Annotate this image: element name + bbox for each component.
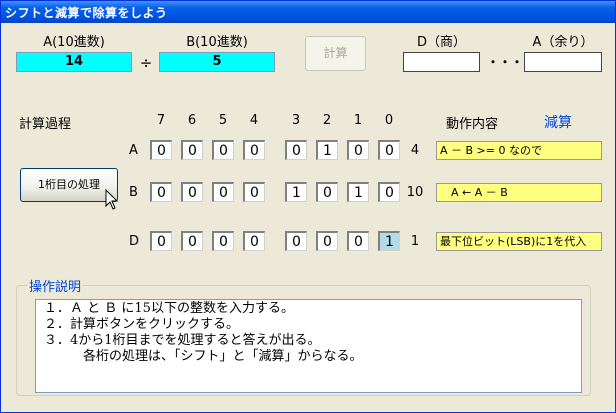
row-decimal-value: 10 [406, 185, 424, 200]
ellipsis: ・・・ [487, 55, 524, 69]
main-window: シフトと減算で除算をしよう A(10進数) 14 ÷ B(10進数) 5 計算 … [0, 0, 616, 413]
mouse-cursor-icon [105, 189, 119, 210]
bit-cell: 0 [181, 231, 203, 251]
bit-header: 7 [156, 113, 166, 128]
quotient-label: D（商） [416, 35, 466, 50]
bit-header: 4 [249, 113, 259, 128]
bit-cell: 0 [212, 182, 234, 202]
instruction-line: ２．計算ボタンをクリックする。 [44, 317, 240, 332]
bit-cell: 0 [150, 182, 172, 202]
bit-cell: 0 [378, 140, 400, 160]
bit-header: 5 [218, 113, 228, 128]
bit-cell: 0 [243, 231, 265, 251]
bit-cell: 0 [316, 182, 338, 202]
row-label-d: D [129, 234, 140, 249]
bit-cell: 1 [347, 182, 369, 202]
bit-header: 0 [384, 113, 394, 128]
row-decimal-value: 1 [410, 234, 420, 249]
bit-cell: 0 [316, 231, 338, 251]
b-decimal-input[interactable]: 5 [159, 52, 275, 72]
remainder-label: A（余り） [532, 35, 594, 50]
bit-header: 2 [322, 113, 332, 128]
instruction-line: １．Ａ と Ｂ に15以下の整数を入力する。 [44, 301, 294, 316]
bit-cell: 1 [285, 182, 307, 202]
action-description: A ← A － B [436, 183, 602, 202]
bit-cell: 0 [347, 140, 369, 160]
bit-cell: 0 [150, 231, 172, 251]
mode-label: 減算 [544, 115, 572, 131]
row-label-b: B [129, 185, 138, 200]
instructions-text: １．Ａ と Ｂ に15以下の整数を入力する。 ２．計算ボタンをクリックする。 ３… [35, 299, 582, 393]
step-button[interactable]: 1桁目の処理 [20, 168, 118, 202]
bit-cell: 0 [181, 182, 203, 202]
bit-header: 3 [291, 113, 301, 128]
bit-cell: 0 [243, 140, 265, 160]
quotient-output [403, 52, 480, 72]
bit-cell: 0 [243, 182, 265, 202]
action-description: A － B >= 0 なので [436, 141, 602, 160]
b-decimal-label: B(10進数) [186, 35, 248, 50]
row-label-a: A [129, 143, 138, 158]
instruction-line: 各桁の処理は、「シフト」と「減算」からなる。 [44, 349, 363, 364]
bit-cell: 0 [212, 140, 234, 160]
action-description: 最下位ビット(LSB)に1を代入 [436, 232, 602, 251]
bit-cell: 1 [316, 140, 338, 160]
window-title: シフトと減算で除算をしよう [5, 6, 168, 20]
bit-cell: 0 [181, 140, 203, 160]
divide-sign: ÷ [139, 54, 153, 72]
instructions-legend: 操作説明 [27, 276, 84, 295]
bit-cell: 0 [378, 182, 400, 202]
process-title: 計算過程 [19, 117, 72, 132]
bit-cell: 0 [212, 231, 234, 251]
bit-header: 6 [187, 113, 197, 128]
bit-cell: 0 [347, 231, 369, 251]
row-decimal-value: 4 [410, 143, 420, 158]
bit-cell: 0 [285, 231, 307, 251]
calculate-button[interactable]: 計算 [305, 36, 366, 71]
bit-cell: 0 [285, 140, 307, 160]
action-header: 動作内容 [446, 117, 499, 132]
bit-cell: 1 [378, 231, 400, 251]
a-decimal-label: A(10進数) [43, 35, 105, 50]
bit-cell: 0 [150, 140, 172, 160]
bit-header: 1 [353, 113, 363, 128]
title-bar[interactable]: シフトと減算で除算をしよう [1, 1, 615, 23]
remainder-output [524, 52, 602, 72]
instruction-line: ３．4から1桁目までを処理すると答えが出る。 [44, 333, 321, 348]
a-decimal-input[interactable]: 14 [16, 52, 132, 72]
